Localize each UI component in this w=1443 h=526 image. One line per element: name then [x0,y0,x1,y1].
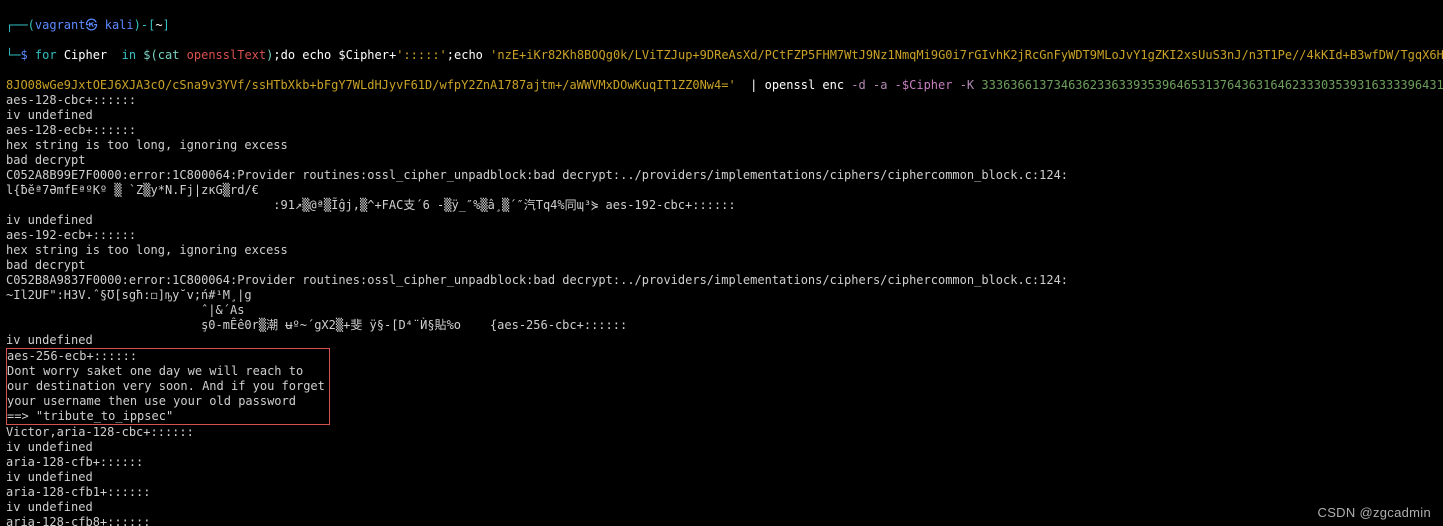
output-line: aria-128-cfb+:::::: [6,455,1437,470]
flag-a: -a [873,78,895,92]
var-cipher: Cipher [64,48,122,62]
output-line: ~Il2UF":H3V.ˆ§Ʊ[sgħ:◻]ҧy˘v;ń#¹M¸|g [6,288,1437,303]
output-line: iv undefined [6,500,1437,515]
kw-in: in [122,48,144,62]
seg-a: ;do echo $Cipher+ [273,48,396,62]
output-line: iv undefined [6,108,1437,123]
key-hex: 3336366137346362336339353964653137643631… [981,78,1443,92]
command-line-wrap[interactable]: 8JO08wGe9JxtOEJ6XJA3cO/cSna9v3YVf/ssHTbX… [6,63,1437,93]
output-line: hex string is too long, ignoring excess [6,243,1437,258]
output-line: your username then use your old password [7,394,325,409]
output-line: aes-192-ecb+:::::: [6,228,1437,243]
watermark: CSDN @zgcadmin [1318,505,1431,520]
prompt-line-1: ┌──(vagrant㉿ kali)-[~] [6,3,1437,33]
output-line: ˆ|&´As [6,303,1437,318]
output-line: C052A8B99E7F0000:error:1C800064:Provider… [6,168,1437,183]
flag-k: -K [960,78,982,92]
output-line: l{ƀĕª7ƏmfEªºKº ▒ `Z▒y*N.Fj|zĸG▒rd/€ [6,183,1437,198]
command-line[interactable]: └─$ for Cipher in $(cat opensslText);do … [6,33,1437,63]
prompt-bracket: ┌──( [6,18,35,32]
highlight-box: aes-256-ecb+:::::: Dont worry saket one … [6,348,330,425]
output-line: ==> "tribute_to_ippsec" [7,409,325,424]
prompt-dollar: $ [20,48,34,62]
output-line: our destination very soon. And if you fo… [7,379,325,394]
subshell-open: $( [143,48,157,62]
output-line: bad decrypt [6,153,1437,168]
output-line: aes-128-ecb+:::::: [6,123,1437,138]
prompt-close: ] [163,18,170,32]
prompt-user: vagrant [35,18,86,32]
output-line: aria-128-cfb8+:::::: [6,515,1437,526]
prompt-post: )-[ [134,18,156,32]
output-line: Victor,aria-128-cbc+:::::: [6,425,1437,440]
output-line: ş0-mÊê0r▒潮 ʉº~´gX2▒+斐 ÿ§-[D⁴¨Ѝ§貼%o {aes-… [6,318,1437,333]
lit-colons: ':::::' [396,48,447,62]
output-line: Dont worry saket one day we will reach t… [7,364,325,379]
output-line: iv undefined [6,440,1437,455]
output-line: C052B8A9837F0000:error:1C800064:Provider… [6,273,1437,288]
cmd-openssl: openssl enc [765,78,852,92]
arg-file: opensslText [187,48,266,62]
seg-b: ;echo [447,48,490,62]
kw-for: for [35,48,64,62]
output-line: aes-256-ecb+:::::: [7,349,325,364]
output-line: aria-128-cfb1+:::::: [6,485,1437,500]
prompt-host: kali [105,18,134,32]
output-line: aes-128-cbc+:::::: [6,93,1437,108]
output-line: bad decrypt [6,258,1437,273]
lit-cipher-b: 8JO08wGe9JxtOEJ6XJA3cO/cSna9v3YVf/ssHTbX… [6,78,736,92]
flag-d: -d [851,78,873,92]
cmd-cat: cat [158,48,187,62]
prompt-cwd: ~ [155,18,162,32]
flag-cipher: -$Cipher [895,78,960,92]
output-line: hex string is too long, ignoring excess [6,138,1437,153]
output-line: :91↗▒@ª▒Ĩĝj,▒^+FAC支´6 -▒ÿ_″%▒â¸▒´″汽Tq4%同… [6,198,1437,213]
prompt-at: ㉿ [85,18,104,32]
output-line: iv undefined [6,333,1437,348]
prompt-prefix2: └─ [6,48,20,62]
lit-cipher-a: 'nzE+iKr82Kh8BOQg0k/LViTZJup+9DReAsXd/PC… [490,48,1443,62]
output-line: iv undefined [6,213,1437,228]
output-line: iv undefined [6,470,1437,485]
pipe: | [736,78,765,92]
